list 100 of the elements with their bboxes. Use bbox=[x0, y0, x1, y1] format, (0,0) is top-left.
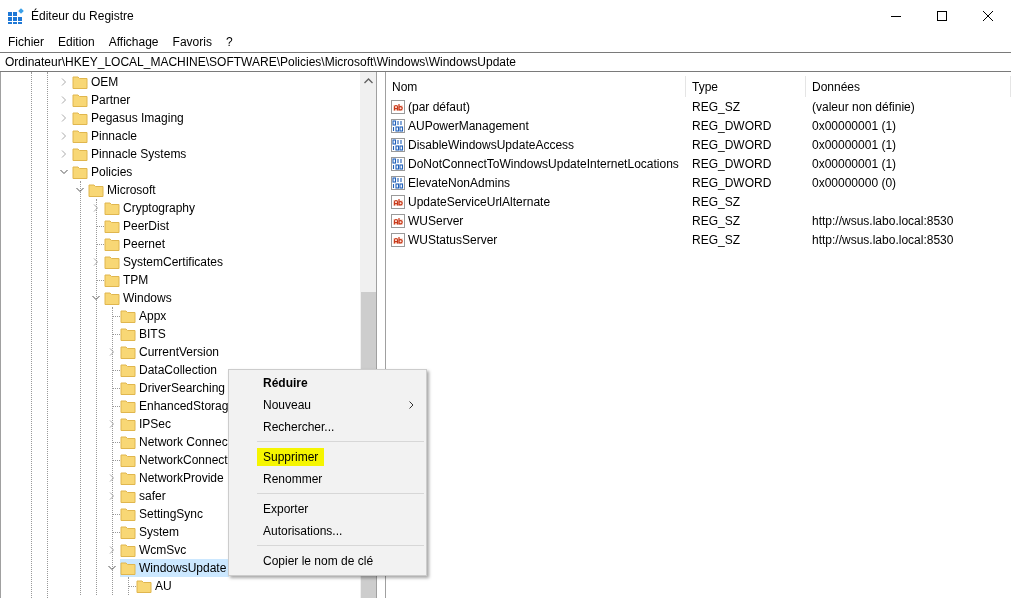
tree-item[interactable]: Appx bbox=[120, 307, 170, 325]
value-data: 0x00000000 (0) bbox=[811, 175, 897, 190]
value-name[interactable]: WUServer bbox=[408, 213, 464, 228]
folder-icon bbox=[88, 183, 104, 197]
folder-icon bbox=[120, 309, 136, 323]
folder-icon bbox=[72, 93, 88, 107]
menu-item[interactable]: Renommer bbox=[257, 470, 329, 488]
value-name[interactable]: DoNotConnectToWindowsUpdateInternetLocations bbox=[408, 156, 679, 171]
folder-icon bbox=[72, 129, 88, 143]
tree-item[interactable]: safer bbox=[120, 487, 169, 505]
tree-item[interactable]: Pinnacle bbox=[72, 127, 141, 145]
menu-item[interactable]: Exporter bbox=[257, 500, 315, 518]
value-name[interactable]: WUStatusServer bbox=[408, 232, 498, 247]
value-type: REG_SZ bbox=[691, 213, 741, 228]
tree-item[interactable]: Policies bbox=[72, 163, 136, 181]
value-data: 0x00000001 (1) bbox=[811, 156, 897, 171]
tree-item[interactable]: Pegasus Imaging bbox=[72, 109, 187, 127]
folder-icon bbox=[120, 435, 136, 449]
menu-item[interactable]: Supprimer bbox=[257, 448, 325, 466]
value-name[interactable]: DisableWindowsUpdateAccess bbox=[408, 137, 575, 152]
value-name[interactable]: UpdateServiceUrlAlternate bbox=[408, 194, 551, 209]
maximize-icon bbox=[937, 11, 947, 21]
menu-item[interactable]: Copier le nom de clé bbox=[257, 552, 380, 570]
folder-icon bbox=[136, 579, 152, 593]
value-type: REG_SZ bbox=[691, 194, 741, 209]
tree-item[interactable]: System bbox=[120, 523, 182, 541]
scroll-up-icon[interactable] bbox=[363, 77, 373, 84]
folder-icon bbox=[104, 291, 120, 305]
folder-icon bbox=[120, 327, 136, 341]
tree-item[interactable]: OEM bbox=[72, 73, 122, 91]
folder-icon bbox=[104, 219, 120, 233]
folder-icon bbox=[120, 471, 136, 485]
folder-icon bbox=[104, 273, 120, 287]
tree-item[interactable]: Network Connec bbox=[120, 433, 231, 451]
tree-item[interactable]: PeerDist bbox=[104, 217, 172, 235]
tree-item[interactable]: CurrentVersion bbox=[120, 343, 223, 361]
column-header[interactable]: Nom bbox=[386, 76, 686, 97]
value-data: 0x00000001 (1) bbox=[811, 118, 897, 133]
value-name[interactable]: (par défaut) bbox=[408, 99, 471, 114]
folder-icon bbox=[120, 345, 136, 359]
menu-item[interactable]: Autorisations... bbox=[257, 522, 349, 540]
folder-icon bbox=[120, 363, 136, 377]
binary-value-icon bbox=[390, 136, 406, 153]
value-name[interactable]: ElevateNonAdmins bbox=[408, 175, 511, 190]
folder-icon bbox=[120, 417, 136, 431]
folder-icon bbox=[72, 111, 88, 125]
string-value-icon bbox=[390, 231, 406, 248]
tree-item[interactable]: IPSec bbox=[120, 415, 174, 433]
menu-item[interactable]: Nouveau bbox=[257, 396, 318, 414]
app-icon bbox=[8, 8, 24, 24]
tree-item[interactable]: AU bbox=[136, 577, 175, 595]
tree-item[interactable]: Windows bbox=[104, 289, 175, 307]
menu-item[interactable]: Réduire bbox=[257, 374, 314, 392]
column-header[interactable]: Données bbox=[806, 76, 1011, 97]
folder-icon bbox=[120, 525, 136, 539]
menu-item[interactable]: Rechercher... bbox=[257, 418, 341, 436]
menu-item[interactable]: Fichier bbox=[1, 34, 51, 49]
value-type: REG_SZ bbox=[691, 99, 741, 114]
menu-item[interactable]: Edition bbox=[51, 34, 102, 49]
tree-item[interactable]: Cryptography bbox=[104, 199, 199, 217]
value-name[interactable]: AUPowerManagement bbox=[408, 118, 529, 133]
tree-item[interactable]: WcmSvc bbox=[120, 541, 190, 559]
column-header[interactable]: Type bbox=[686, 76, 806, 97]
binary-value-icon bbox=[390, 174, 406, 191]
value-data: (valeur non définie) bbox=[811, 99, 915, 114]
folder-icon bbox=[72, 147, 88, 161]
tree-item[interactable]: Microsoft bbox=[88, 181, 159, 199]
tree-item[interactable]: Partner bbox=[72, 91, 134, 109]
tree-item[interactable]: TPM bbox=[104, 271, 152, 289]
tree-item[interactable]: NetworkConnect bbox=[120, 451, 231, 469]
address-field[interactable]: Ordinateur\HKEY_LOCAL_MACHINE\SOFTWARE\Policies\Microsoft\Windows\WindowsUpdate bbox=[0, 52, 1011, 72]
menu-item[interactable]: Favoris bbox=[165, 34, 219, 49]
tree-item[interactable]: DataCollection bbox=[120, 361, 221, 379]
folder-icon bbox=[104, 201, 120, 215]
folder-icon bbox=[120, 543, 136, 557]
value-type: REG_DWORD bbox=[691, 137, 773, 152]
tree-item[interactable]: DriverSearching bbox=[120, 379, 229, 397]
folder-icon bbox=[120, 561, 136, 575]
folder-icon bbox=[72, 75, 88, 89]
value-data: http://wsus.labo.local:8530 bbox=[811, 213, 954, 228]
close-icon bbox=[983, 11, 993, 21]
value-type: REG_DWORD bbox=[691, 175, 773, 190]
tree-item[interactable]: WindowsUpdate bbox=[120, 559, 230, 577]
value-type: REG_DWORD bbox=[691, 118, 773, 133]
tree-item[interactable]: NetworkProvide bbox=[120, 469, 227, 487]
tree-item[interactable]: EnhancedStorag bbox=[120, 397, 232, 415]
tree-item[interactable]: SettingSync bbox=[120, 505, 207, 523]
value-data: http://wsus.labo.local:8530 bbox=[811, 232, 954, 247]
value-data: 0x00000001 (1) bbox=[811, 137, 897, 152]
menu-item[interactable]: ? bbox=[218, 34, 240, 49]
value-type: REG_DWORD bbox=[691, 156, 773, 171]
window-title: Éditeur du Registre bbox=[31, 9, 134, 23]
binary-value-icon bbox=[390, 155, 406, 172]
tree-item[interactable]: BITS bbox=[120, 325, 169, 343]
folder-icon bbox=[120, 453, 136, 467]
menu-item[interactable]: Affichage bbox=[101, 34, 166, 49]
tree-item[interactable]: Peernet bbox=[104, 235, 169, 253]
tree-item[interactable]: SystemCertificates bbox=[104, 253, 227, 271]
folder-icon bbox=[120, 507, 136, 521]
tree-item[interactable]: Pinnacle Systems bbox=[72, 145, 190, 163]
